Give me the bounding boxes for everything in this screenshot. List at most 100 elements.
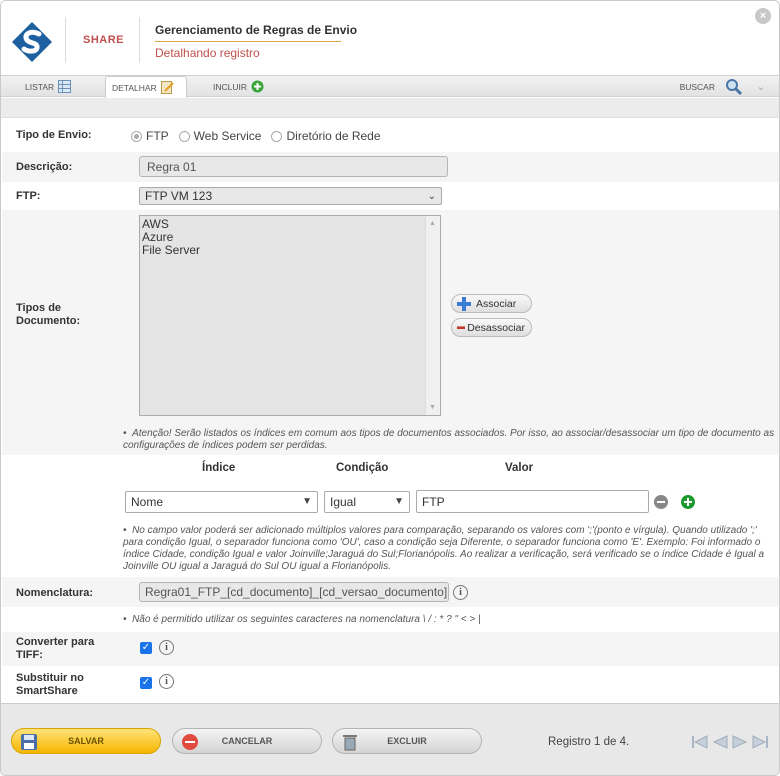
- descricao-field[interactable]: Regra 01: [139, 156, 448, 177]
- label-line: SmartShare: [16, 685, 78, 697]
- note-text: No campo valor poderá ser adicionado múl…: [123, 525, 765, 572]
- label-line: TIFF:: [16, 649, 43, 661]
- substituir-label: Substituir no SmartShare: [16, 672, 84, 698]
- remove-circle-icon[interactable]: [654, 495, 668, 509]
- condicao-select-value: Igual: [330, 495, 357, 509]
- scroll-down-icon[interactable]: ▼: [429, 404, 436, 411]
- radio-label: Diretório de Rede: [286, 129, 381, 143]
- radio-ftp[interactable]: FTP: [131, 129, 169, 143]
- button-label: CANCELAR: [221, 736, 273, 746]
- row-nomenclatura: Nomenclatura: Regra01_FTP_[cd_documento]…: [2, 577, 779, 607]
- caret-down-icon: ▼: [394, 496, 404, 507]
- col-header-condicao: Condição: [336, 462, 389, 474]
- grid-icon: [58, 80, 72, 93]
- tab-bar: LISTAR DETALHAR INCLUIR BUSCAR ⌄: [1, 75, 779, 98]
- footer-toolbar: SALVAR CANCELAR EXCLUIR Registro 1 de 4.: [1, 703, 779, 775]
- note-text: Atenção! Serão listados os índices em co…: [123, 428, 775, 451]
- caret-down-icon: ▼: [302, 496, 312, 507]
- radio-dot: [131, 130, 142, 142]
- row-converter-tiff: Converter para TIFF: ✓ i: [2, 632, 779, 666]
- close-icon[interactable]: ×: [755, 8, 771, 24]
- radio-diretorio-rede[interactable]: Diretório de Rede: [271, 129, 381, 143]
- last-record-icon[interactable]: [751, 733, 769, 751]
- row-substituir-smartshare: Substituir no SmartShare ✓ i: [2, 668, 779, 702]
- tipo-envio-label: Tipo de Envio:: [16, 129, 92, 141]
- window: SHARE Gerenciamento de Regras de Envio D…: [0, 0, 780, 776]
- radio-dot: [271, 130, 283, 142]
- cancel-icon: [182, 734, 198, 750]
- ftp-label: FTP:: [16, 190, 41, 202]
- tab-label: LISTAR: [25, 81, 55, 92]
- nomenclatura-label: Nomenclatura:: [16, 587, 94, 599]
- record-counter: Registro 1 de 4.: [548, 736, 630, 748]
- radio-dot: [178, 130, 190, 142]
- header: SHARE Gerenciamento de Regras de Envio D…: [1, 1, 779, 75]
- title-underline: [155, 41, 341, 42]
- list-item[interactable]: AWS: [140, 218, 440, 231]
- radio-label: FTP: [146, 129, 169, 143]
- tab-label: INCLUIR: [213, 81, 248, 92]
- label-line: Converter para: [16, 636, 95, 648]
- label-line: Documento:: [16, 315, 81, 327]
- info-icon[interactable]: i: [159, 674, 174, 689]
- ftp-select[interactable]: FTP VM 123 ⌄: [139, 187, 442, 205]
- ftp-select-value: FTP VM 123: [145, 189, 213, 203]
- divider: [139, 17, 140, 63]
- button-label: Desassociar: [467, 321, 525, 334]
- chevron-down-icon[interactable]: ⌄: [753, 79, 769, 95]
- delete-button[interactable]: EXCLUIR: [332, 728, 482, 754]
- radio-label: Web Service: [193, 129, 262, 143]
- associar-button[interactable]: Associar: [451, 294, 532, 313]
- brand-name: SHARE: [83, 34, 125, 46]
- toolbar-strip: [1, 98, 779, 118]
- row-tipo-envio: Tipo de Envio: FTP Web Service Diretório…: [2, 125, 779, 149]
- save-button[interactable]: SALVAR: [11, 728, 161, 754]
- info-icon[interactable]: i: [159, 640, 174, 655]
- first-record-icon[interactable]: [691, 733, 709, 751]
- col-header-indice: Índice: [202, 462, 236, 474]
- add-circle-icon[interactable]: [681, 495, 695, 509]
- plus-icon: [457, 296, 471, 311]
- minus-icon: [457, 325, 466, 329]
- condicao-select[interactable]: Igual ▼: [324, 491, 410, 513]
- scroll-up-icon[interactable]: ▲: [429, 220, 436, 227]
- plus-circle-icon: [251, 80, 264, 93]
- search-icon[interactable]: [725, 78, 743, 96]
- row-indices: Índice Condição Valor Nome ▼ Igual ▼ FTP…: [2, 457, 779, 573]
- indice-select-value: Nome: [131, 495, 164, 509]
- record-navigation: [691, 733, 769, 751]
- list-item[interactable]: File Server: [140, 244, 440, 257]
- row-ftp: FTP: FTP VM 123 ⌄: [2, 184, 779, 208]
- descricao-label: Descrição:: [16, 161, 73, 173]
- button-label: EXCLUIR: [387, 736, 427, 746]
- substituir-checkbox[interactable]: ✓: [140, 677, 152, 689]
- scrollbar[interactable]: ▲ ▼: [425, 216, 440, 415]
- row-note-nomenclatura: • Não é permitido utilizar os seguintes …: [2, 609, 779, 631]
- valor-input[interactable]: FTP: [416, 490, 649, 513]
- converter-tiff-label: Converter para TIFF:: [16, 636, 94, 662]
- radio-web-service[interactable]: Web Service: [178, 129, 262, 143]
- label-line: Tipos de: [16, 302, 62, 314]
- edit-icon: [160, 81, 174, 94]
- tab-listar[interactable]: LISTAR: [19, 76, 77, 97]
- next-record-icon[interactable]: [731, 733, 749, 751]
- indice-select[interactable]: Nome ▼: [125, 491, 318, 513]
- page-title: Gerenciamento de Regras de Envio: [155, 23, 358, 37]
- tipos-documento-label: Tipos de Documento:: [16, 302, 80, 328]
- search-label: BUSCAR: [679, 82, 715, 92]
- desassociar-button[interactable]: Desassociar: [451, 318, 532, 337]
- converter-tiff-checkbox[interactable]: ✓: [140, 642, 152, 654]
- tab-incluir[interactable]: INCLUIR: [207, 76, 270, 97]
- logo-icon: [12, 22, 52, 62]
- tipos-documento-listbox[interactable]: AWS Azure File Server ▲ ▼: [139, 215, 441, 416]
- previous-record-icon[interactable]: [711, 733, 729, 751]
- tab-label: DETALHAR: [112, 82, 157, 93]
- info-icon[interactable]: i: [453, 585, 468, 600]
- col-header-valor: Valor: [505, 462, 534, 474]
- label-line: Substituir no: [16, 672, 84, 684]
- row-descricao: Descrição: Regra 01: [2, 152, 779, 182]
- tab-detalhar[interactable]: DETALHAR: [105, 76, 187, 98]
- cancel-button[interactable]: CANCELAR: [172, 728, 322, 754]
- trash-icon: [343, 735, 357, 751]
- nomenclatura-field[interactable]: Regra01_FTP_[cd_documento]_[cd_versao_do…: [139, 582, 449, 602]
